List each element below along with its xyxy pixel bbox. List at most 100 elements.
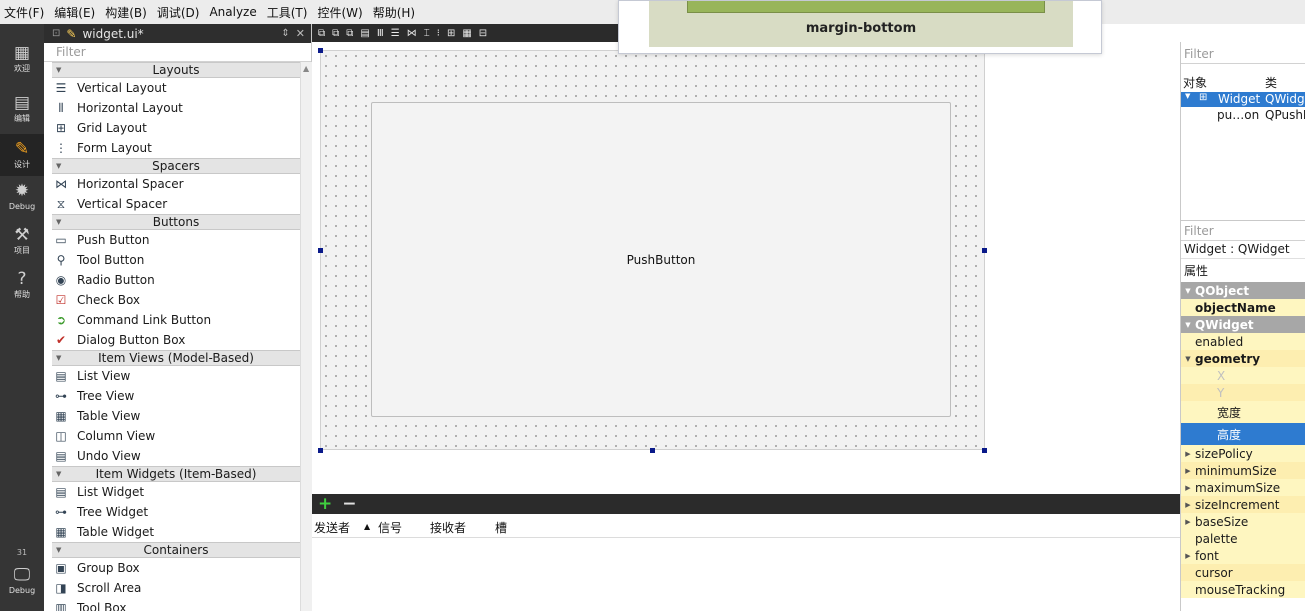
widget-category[interactable]: ▼ Buttons xyxy=(52,214,300,230)
splitter-v-icon[interactable]: ⌶ xyxy=(424,28,430,39)
widget-category[interactable]: ▼ Layouts xyxy=(52,62,300,78)
close-icon[interactable]: ✕ xyxy=(296,27,305,40)
widget-item[interactable]: ⚲ Tool Button xyxy=(52,250,300,270)
widget-category[interactable]: ▼ Spacers xyxy=(52,158,300,174)
widget-item[interactable]: ⋈ Horizontal Spacer xyxy=(52,174,300,194)
mode-edit[interactable]: ▤ 编辑 xyxy=(0,88,44,130)
property-row[interactable]: ▶ sizeIncrement xyxy=(1181,496,1305,513)
mode-projects[interactable]: ⚒ 项目 xyxy=(0,220,44,262)
widget-box-scrollbar[interactable]: ▲ xyxy=(300,62,312,611)
layout-form-icon[interactable]: ⁝ xyxy=(437,28,440,39)
widget-item[interactable]: ▤ List Widget xyxy=(52,482,300,502)
document-name[interactable]: widget.ui* xyxy=(82,27,143,41)
property-row[interactable]: ▶ baseSize xyxy=(1181,513,1305,530)
menu-debug[interactable]: 调试(D) xyxy=(157,4,200,21)
mode-design[interactable]: ✎ 设计 xyxy=(0,134,44,176)
break-layout-icon[interactable]: ▦ xyxy=(462,28,471,39)
layout-grid-icon[interactable]: ⊞ xyxy=(447,28,455,39)
object-row-widget[interactable]: ▼ ⊞ Widget QWidget xyxy=(1181,92,1305,107)
menu-analyze[interactable]: Analyze xyxy=(209,5,256,19)
widget-item[interactable]: ⊶ Tree Widget xyxy=(52,502,300,522)
property-row[interactable]: objectName xyxy=(1181,299,1305,316)
property-row[interactable]: ▶ maximumSize xyxy=(1181,479,1305,496)
mode-help[interactable]: ? 帮助 xyxy=(0,264,44,306)
property-row[interactable]: cursor xyxy=(1181,564,1305,581)
edit-taborder-icon[interactable]: ▤ xyxy=(360,28,369,39)
column-receiver[interactable]: 接收者 xyxy=(430,519,466,536)
widget-category[interactable]: ▼ Item Views (Model-Based) xyxy=(52,350,300,366)
property-filter-input[interactable]: Filter xyxy=(1181,222,1305,241)
widget-item[interactable]: ⋮ Form Layout xyxy=(52,138,300,158)
remove-connection-icon[interactable]: − xyxy=(342,496,356,513)
widget-item[interactable]: ◫ Column View xyxy=(52,426,300,446)
widget-item[interactable]: ☰ Vertical Layout xyxy=(52,78,300,98)
signal-slot-list[interactable] xyxy=(312,538,1180,611)
widget-item[interactable]: ⊶ Tree View xyxy=(52,386,300,406)
layout-vertical-icon[interactable]: ☰ xyxy=(391,28,400,39)
selection-handle[interactable] xyxy=(982,448,987,453)
selection-handle[interactable] xyxy=(318,448,323,453)
property-row[interactable]: ▶ font xyxy=(1181,547,1305,564)
property-row[interactable]: ▼ QWidget xyxy=(1181,316,1305,333)
property-row[interactable]: mouseTracking xyxy=(1181,581,1305,598)
selection-handle[interactable] xyxy=(650,448,655,453)
property-row[interactable]: X xyxy=(1181,367,1305,384)
adjust-size-icon[interactable]: ⊟ xyxy=(479,28,487,39)
form-widget[interactable]: PushButton xyxy=(320,50,985,450)
property-row[interactable]: Y xyxy=(1181,384,1305,401)
widget-item[interactable]: ◨ Scroll Area xyxy=(52,578,300,598)
property-row[interactable]: ▶ minimumSize xyxy=(1181,462,1305,479)
menu-file[interactable]: 文件(F) xyxy=(4,4,44,21)
widget-item[interactable]: ✔ Dialog Button Box xyxy=(52,330,300,350)
widget-category[interactable]: ▼ Item Widgets (Item-Based) xyxy=(52,466,300,482)
property-row[interactable]: 高度 xyxy=(1181,423,1305,445)
widget-item[interactable]: ▥ Tool Box xyxy=(52,598,300,611)
property-row[interactable]: enabled xyxy=(1181,333,1305,350)
property-row[interactable]: ▶ sizePolicy xyxy=(1181,445,1305,462)
layout-horizontal-icon[interactable]: Ⅲ xyxy=(377,28,384,39)
menu-build[interactable]: 构建(B) xyxy=(105,4,147,21)
widget-item[interactable]: ▣ Group Box xyxy=(52,558,300,578)
widget-item[interactable]: ▭ Push Button xyxy=(52,230,300,250)
edit-signals-icon[interactable]: ⧉ xyxy=(332,28,339,39)
widget-category[interactable]: ▼ Containers xyxy=(52,542,300,558)
mode-welcome[interactable]: ▦ 欢迎 xyxy=(0,38,44,80)
widget-filter-input[interactable]: Filter xyxy=(44,43,311,62)
splitter-h-icon[interactable]: ⋈ xyxy=(407,28,417,39)
object-row-pushbutton[interactable]: pu…on QPushB xyxy=(1181,108,1305,123)
widget-item[interactable]: ☑ Check Box xyxy=(52,290,300,310)
property-row[interactable]: ▼ QObject xyxy=(1181,282,1305,299)
column-class[interactable]: 类 xyxy=(1265,74,1277,91)
property-row[interactable]: 宽度 xyxy=(1181,401,1305,423)
add-connection-icon[interactable]: + xyxy=(318,496,332,513)
column-sender[interactable]: 发送者 xyxy=(314,519,350,536)
widget-item[interactable]: ⊞ Grid Layout xyxy=(52,118,300,138)
push-button-widget[interactable]: PushButton xyxy=(371,102,951,417)
scroll-up-icon[interactable]: ▲ xyxy=(303,64,311,76)
selection-handle[interactable] xyxy=(982,248,987,253)
widget-item[interactable]: ▦ Table View xyxy=(52,406,300,426)
property-row[interactable]: ▼ geometry xyxy=(1181,350,1305,367)
selection-handle[interactable] xyxy=(318,248,323,253)
edit-buddies-icon[interactable]: ⧉ xyxy=(346,28,353,39)
menu-help[interactable]: 帮助(H) xyxy=(373,4,415,21)
widget-item[interactable]: ⦀ Horizontal Layout xyxy=(52,98,300,118)
menu-widgets[interactable]: 控件(W) xyxy=(317,4,362,21)
kit-selector[interactable]: 🖵 Debug xyxy=(0,560,44,602)
column-signal[interactable]: 信号 xyxy=(378,519,402,536)
selection-handle[interactable] xyxy=(318,48,323,53)
column-object[interactable]: 对象 xyxy=(1183,74,1207,91)
menu-tools[interactable]: 工具(T) xyxy=(267,4,308,21)
column-slot[interactable]: 槽 xyxy=(495,519,507,536)
widget-item[interactable]: ◉ Radio Button xyxy=(52,270,300,290)
widget-item[interactable]: ▤ Undo View xyxy=(52,446,300,466)
widget-item[interactable]: ▦ Table Widget xyxy=(52,522,300,542)
chevron-updown-icon[interactable]: ⇕ xyxy=(281,28,289,39)
mode-debug[interactable]: ✹ Debug xyxy=(0,176,44,218)
widget-item[interactable]: ➲ Command Link Button xyxy=(52,310,300,330)
widget-item[interactable]: ▤ List View xyxy=(52,366,300,386)
widget-item[interactable]: ⧖ Vertical Spacer xyxy=(52,194,300,214)
property-row[interactable]: palette xyxy=(1181,530,1305,547)
object-filter-input[interactable]: Filter xyxy=(1181,45,1305,64)
menu-edit[interactable]: 编辑(E) xyxy=(54,4,95,21)
